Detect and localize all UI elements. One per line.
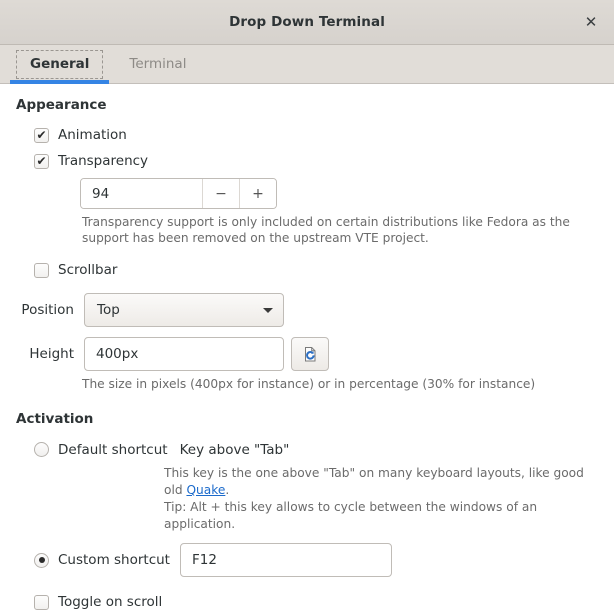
position-row: Position Top <box>16 293 598 327</box>
animation-row[interactable]: ✔ Animation <box>34 122 598 148</box>
close-icon[interactable]: ✕ <box>568 0 614 44</box>
transparency-row[interactable]: ✔ Transparency <box>34 148 598 174</box>
height-help-text: The size in pixels (400px for instance) … <box>82 376 590 392</box>
appearance-section-title: Appearance <box>16 97 598 113</box>
scrollbar-checkbox[interactable]: ✔ <box>34 263 49 278</box>
position-label: Position <box>16 302 84 318</box>
custom-shortcut-input[interactable]: F12 <box>180 543 392 577</box>
transparency-value-input[interactable]: 94 <box>81 179 202 208</box>
tab-terminal-label: Terminal <box>129 56 186 72</box>
animation-checkbox[interactable]: ✔ <box>34 128 49 143</box>
default-shortcut-radio[interactable] <box>34 442 49 457</box>
check-icon: ✔ <box>36 129 46 141</box>
custom-shortcut-row[interactable]: Custom shortcut F12 <box>34 543 598 577</box>
height-reset-button[interactable] <box>291 337 329 371</box>
tab-terminal[interactable]: Terminal <box>109 45 206 83</box>
default-shortcut-label: Default shortcut <box>58 442 168 458</box>
transparency-checkbox[interactable]: ✔ <box>34 154 49 169</box>
transparency-spinner[interactable]: 94 − + <box>80 178 277 209</box>
title-bar: Drop Down Terminal ✕ <box>0 0 614 45</box>
custom-shortcut-label: Custom shortcut <box>58 552 170 568</box>
scrollbar-label: Scrollbar <box>58 262 117 278</box>
custom-shortcut-radio[interactable] <box>34 553 49 568</box>
transparency-spinner-wrap: 94 − + <box>80 178 598 209</box>
spinner-minus-button[interactable]: − <box>202 179 239 208</box>
activation-help-line2: Tip: Alt + this key allows to cycle betw… <box>164 500 537 531</box>
chevron-down-icon <box>263 308 273 313</box>
quake-link[interactable]: Quake <box>186 483 225 497</box>
tab-general[interactable]: General <box>10 45 109 83</box>
toggle-on-scroll-row[interactable]: ✔ Toggle on scroll <box>34 589 598 615</box>
radio-dot-icon <box>39 557 45 563</box>
check-icon: ✔ <box>36 155 46 167</box>
default-shortcut-row[interactable]: Default shortcut Key above "Tab" <box>34 436 598 463</box>
spinner-plus-button[interactable]: + <box>239 179 276 208</box>
scrollbar-row[interactable]: ✔ Scrollbar <box>34 257 598 283</box>
height-input[interactable]: 400px <box>84 337 284 371</box>
activation-section-title: Activation <box>16 411 598 427</box>
window-title: Drop Down Terminal <box>229 14 385 30</box>
tab-bar: General Terminal <box>0 45 614 84</box>
height-label: Height <box>16 346 84 362</box>
default-shortcut-value: Key above "Tab" <box>180 442 290 458</box>
position-dropdown-value: Top <box>97 302 120 318</box>
reset-document-icon <box>302 346 319 363</box>
activation-help-text: This key is the one above "Tab" on many … <box>164 465 598 533</box>
height-row: Height 400px <box>16 337 598 371</box>
transparency-help-text: Transparency support is only included on… <box>82 214 590 246</box>
settings-content: Appearance ✔ Animation ✔ Transparency 94… <box>0 84 614 559</box>
toggle-on-scroll-checkbox[interactable]: ✔ <box>34 595 49 610</box>
position-dropdown[interactable]: Top <box>84 293 284 327</box>
tab-focus-ring <box>16 50 103 79</box>
animation-label: Animation <box>58 127 127 143</box>
transparency-label: Transparency <box>58 153 148 169</box>
toggle-on-scroll-label: Toggle on scroll <box>58 594 162 610</box>
activation-help-line1-after: . <box>225 483 229 497</box>
